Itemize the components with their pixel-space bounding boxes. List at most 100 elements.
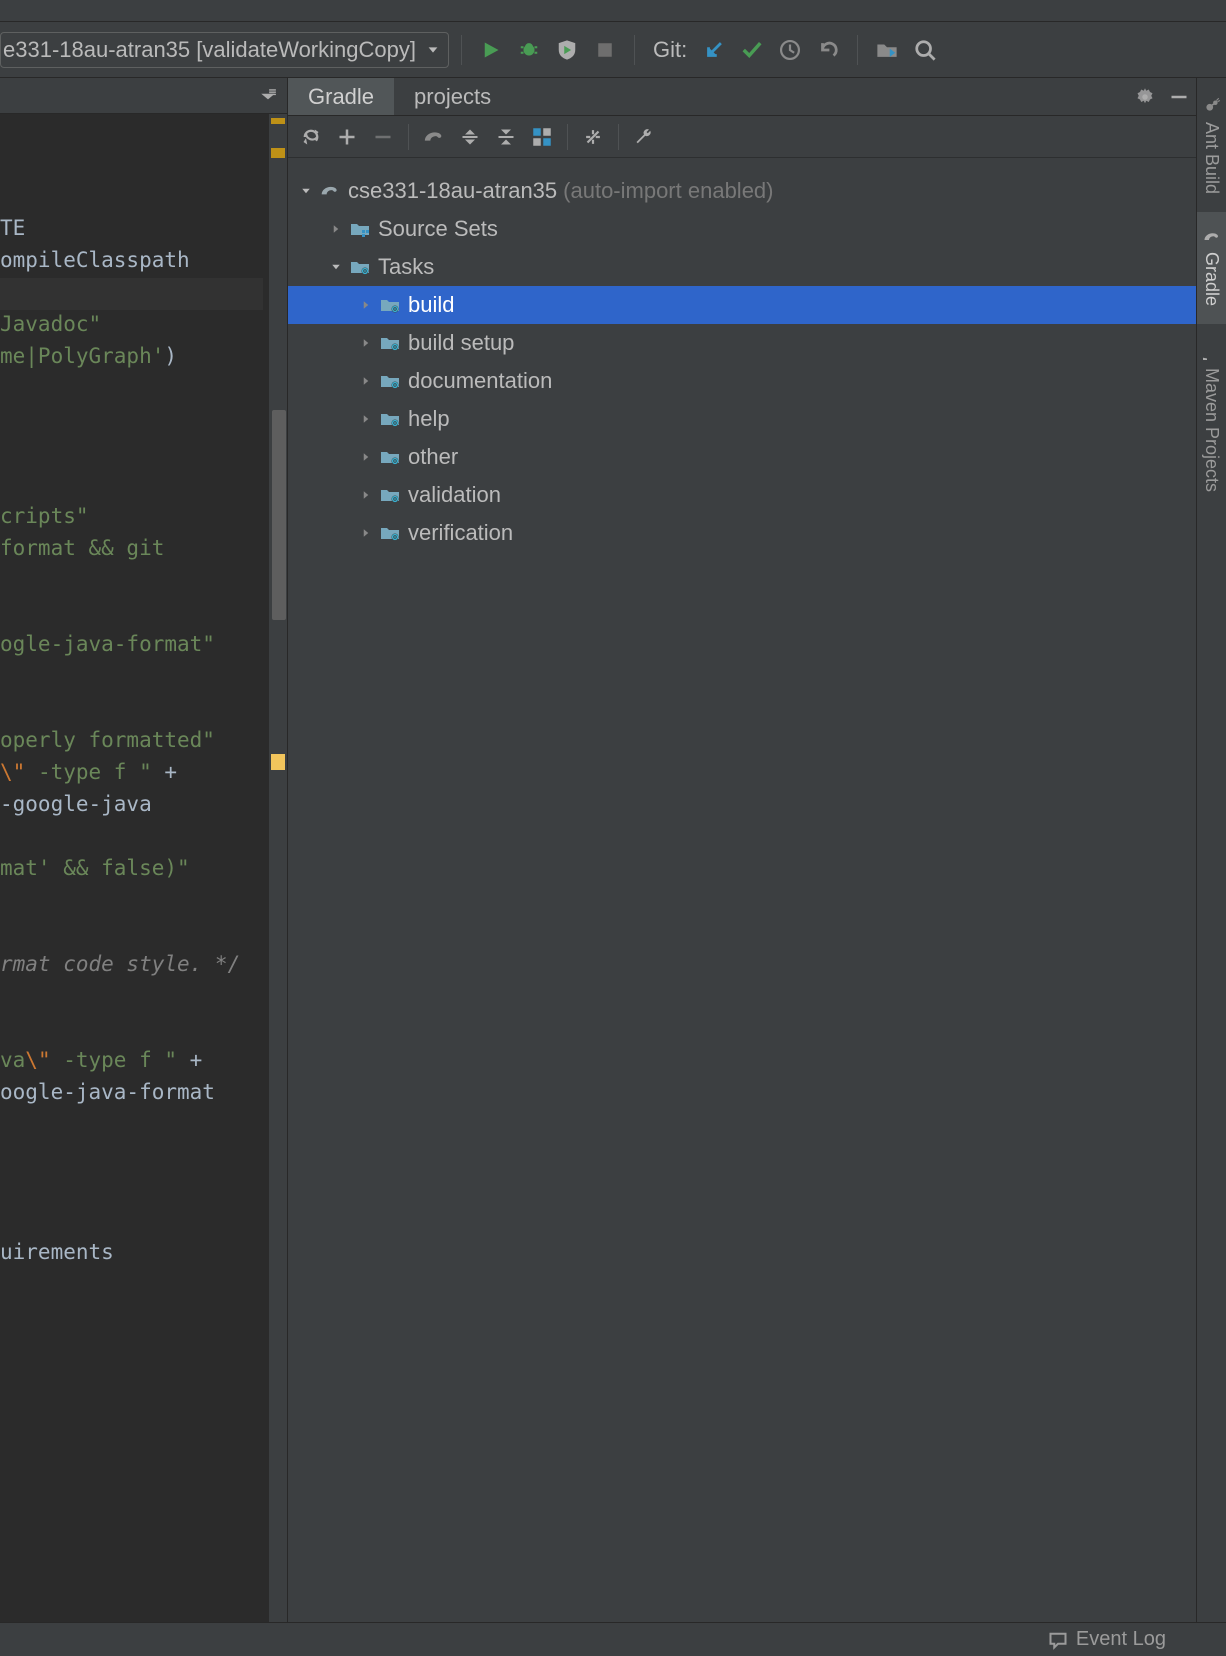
tree-node[interactable]: Tasks (288, 248, 1196, 286)
tree-node[interactable]: help (288, 400, 1196, 438)
expand-arrow[interactable] (328, 223, 344, 235)
gradle-collapse-all-button[interactable] (489, 120, 523, 154)
gradle-tree[interactable]: cse331-18au-atran35(auto-import enabled)… (288, 158, 1196, 1622)
folder-gear-icon (380, 523, 400, 543)
shield-play-icon (556, 39, 578, 61)
minus-icon (373, 127, 393, 147)
stripe-marker[interactable] (271, 118, 285, 124)
modules-icon (532, 127, 552, 147)
window-titlebar (0, 0, 1226, 22)
collapse-all-icon (496, 127, 516, 147)
play-icon (481, 40, 501, 60)
vcs-revert-button[interactable] (811, 33, 845, 67)
gradle-detach-button[interactable] (366, 120, 400, 154)
tree-node-label: Source Sets (378, 216, 498, 242)
expand-arrow[interactable] (358, 337, 374, 349)
tool-window-label: Ant Build (1201, 122, 1222, 194)
module-icon (350, 219, 370, 239)
expand-arrow[interactable] (358, 413, 374, 425)
tree-node[interactable]: build (288, 286, 1196, 324)
right-tool-window-strip: Ant Build Gradle mMaven Projects (1196, 78, 1226, 1622)
git-label: Git: (653, 37, 687, 63)
tree-node-label: cse331-18au-atran35 (348, 178, 557, 204)
vcs-history-button[interactable] (773, 33, 807, 67)
coverage-button[interactable] (550, 33, 584, 67)
tree-node[interactable]: Source Sets (288, 210, 1196, 248)
tree-root-node[interactable]: cse331-18au-atran35(auto-import enabled) (288, 172, 1196, 210)
run-button[interactable] (474, 33, 508, 67)
folder-gear-icon (380, 333, 400, 353)
folder-gear-icon (380, 447, 400, 467)
gradle-expand-all-button[interactable] (453, 120, 487, 154)
tree-node-label: validation (408, 482, 501, 508)
chevron-down-icon (426, 43, 440, 57)
tree-node-label: Tasks (378, 254, 434, 280)
gradle-offline-button[interactable] (576, 120, 610, 154)
gradle-settings-button[interactable] (627, 120, 661, 154)
gradle-icon (423, 126, 445, 148)
speech-bubble-icon (1048, 1630, 1068, 1650)
tab-gradle[interactable]: Gradle (288, 78, 394, 115)
tool-window-label: Gradle (1201, 252, 1222, 306)
tree-node[interactable]: build setup (288, 324, 1196, 362)
editor-tabstrip (0, 78, 287, 114)
tree-node-label: help (408, 406, 450, 432)
editor-tab-list-button[interactable] (255, 83, 281, 109)
tool-window-button[interactable]: Ant Build (1197, 78, 1226, 212)
run-config-dropdown[interactable]: e331-18au-atran35 [validateWorkingCopy] (0, 32, 449, 68)
gradle-toolbar (288, 116, 1196, 158)
expand-arrow[interactable] (358, 451, 374, 463)
tab-projects[interactable]: projects (394, 78, 511, 115)
tool-window-hide-button[interactable] (1162, 80, 1196, 114)
gradle-tabbar: Gradle projects (288, 78, 1196, 116)
refresh-icon (301, 127, 321, 147)
wrench-icon (634, 127, 654, 147)
tool-window-settings-button[interactable] (1128, 80, 1162, 114)
gradle-tool-window: Gradle projects (288, 78, 1196, 1622)
folder-arrow-icon (876, 39, 898, 61)
stop-button[interactable] (588, 33, 622, 67)
expand-arrow[interactable] (358, 527, 374, 539)
toolbar-separator (857, 35, 858, 65)
minimize-icon (1169, 87, 1189, 107)
tab-label: Gradle (308, 84, 374, 110)
ant-icon (1203, 96, 1221, 114)
gradle-execute-button[interactable] (417, 120, 451, 154)
stripe-marker[interactable] (271, 148, 285, 158)
gradle-refresh-button[interactable] (294, 120, 328, 154)
tool-window-button[interactable]: mMaven Projects (1197, 324, 1226, 510)
arrow-down-left-icon (703, 39, 725, 61)
expand-arrow[interactable] (358, 489, 374, 501)
plus-icon (337, 127, 357, 147)
expand-arrow[interactable] (328, 261, 344, 273)
svg-text:m: m (1203, 357, 1212, 360)
tree-node-label: verification (408, 520, 513, 546)
tree-node-label: other (408, 444, 458, 470)
vcs-update-button[interactable] (697, 33, 731, 67)
run-config-label: e331-18au-atran35 [validateWorkingCopy] (1, 37, 416, 63)
project-structure-button[interactable] (870, 33, 904, 67)
toolbar-separator (618, 124, 619, 150)
tree-node[interactable]: validation (288, 476, 1196, 514)
event-log-button[interactable]: Event Log (1076, 1628, 1166, 1651)
tree-node[interactable]: other (288, 438, 1196, 476)
search-everywhere-button[interactable] (908, 33, 942, 67)
main-toolbar: e331-18au-atran35 [validateWorkingCopy] … (0, 22, 1226, 78)
tree-node[interactable]: documentation (288, 362, 1196, 400)
expand-arrow[interactable] (358, 375, 374, 387)
maven-icon: m (1203, 342, 1221, 360)
gradle-attach-button[interactable] (330, 120, 364, 154)
tool-window-button[interactable]: Gradle (1197, 212, 1226, 324)
tree-node[interactable]: verification (288, 514, 1196, 552)
toolbar-separator (634, 35, 635, 65)
vcs-commit-button[interactable] (735, 33, 769, 67)
debug-button[interactable] (512, 33, 546, 67)
offline-icon (582, 126, 604, 148)
editor-area[interactable]: TEompileClasspath Javadoc"me|PolyGraph')… (0, 114, 287, 1622)
gradle-show-dependencies-button[interactable] (525, 120, 559, 154)
expand-arrow[interactable] (358, 299, 374, 311)
editor-column: TEompileClasspath Javadoc"me|PolyGraph')… (0, 78, 288, 1622)
chevron-down-list-icon (259, 87, 277, 105)
gradle-icon (320, 181, 340, 201)
checkmark-icon (741, 39, 763, 61)
